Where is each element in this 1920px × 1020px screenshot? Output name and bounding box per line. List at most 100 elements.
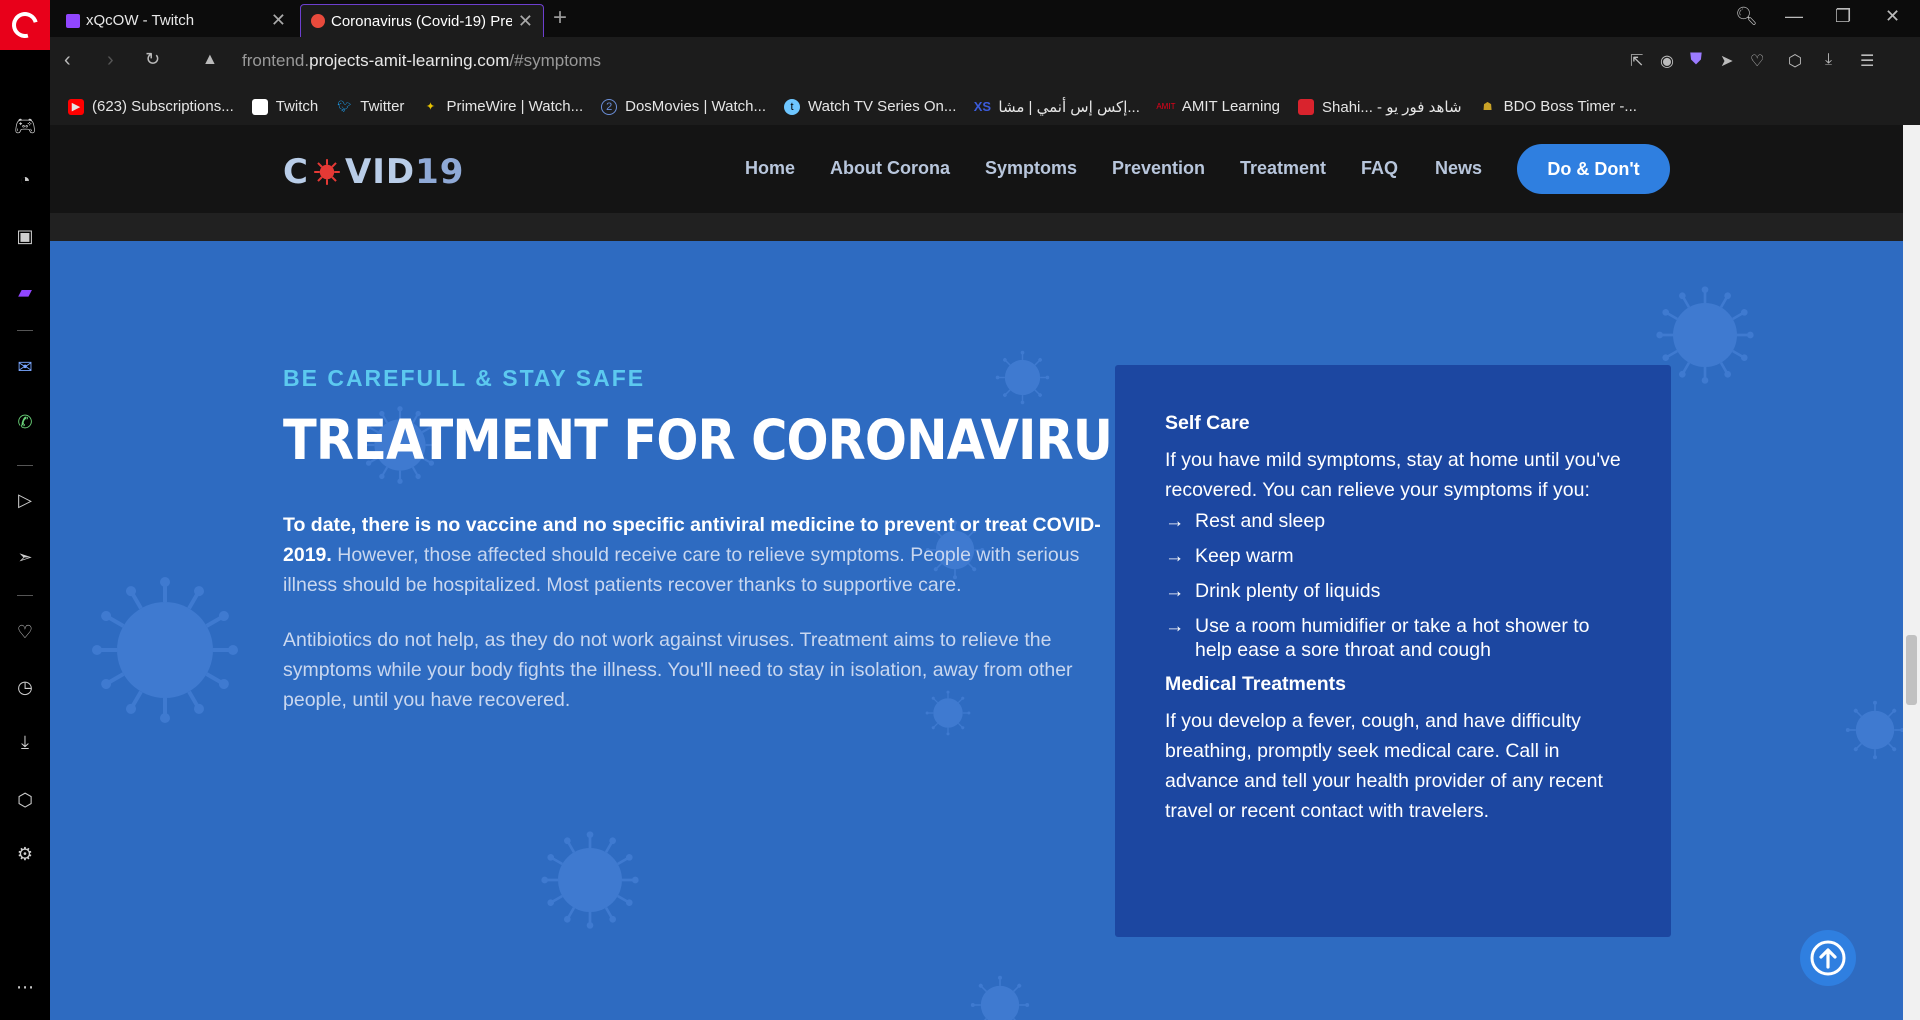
cube-icon[interactable]: ⬡ <box>13 788 37 812</box>
opera-sidebar: 🎮︎ ◔ ▣ ▰ ✉ ✆ ▷ ➣ ♡ ◷ ⤓ ⬡ ⚙ ⋯ <box>0 50 50 1020</box>
twitch-icon[interactable]: ▰ <box>13 280 37 304</box>
nav-faq[interactable]: FAQ <box>1361 158 1398 179</box>
tab-title: xQcOW - Twitch <box>86 12 195 29</box>
sidebar-divider <box>17 465 33 466</box>
list-item-text: Keep warm <box>1195 545 1294 567</box>
bookmark-twitch[interactable]: Twitch <box>251 98 319 115</box>
bookmark-label: Twitter <box>360 98 405 115</box>
list-item-text: Use a room humidifier or take a hot show… <box>1195 615 1590 661</box>
bookmark-youtube[interactable]: ▶ (623) Subscriptions... <box>68 98 234 115</box>
bookmark-amit[interactable]: AMIT AMIT Learning <box>1156 98 1280 115</box>
bdo-icon: ☗ <box>1482 101 1493 113</box>
site-header: C VID 19 Home About Corona Symptoms Preve… <box>50 125 1903 213</box>
page-scrollbar[interactable] <box>1903 125 1920 1020</box>
list-item-text: Rest and sleep <box>1195 510 1326 532</box>
site-logo[interactable]: C VID 19 <box>283 152 464 192</box>
arrow-right-icon: → <box>1165 580 1185 602</box>
bookmark-tvseries[interactable]: t Watch TV Series On... <box>784 98 956 115</box>
tab-coronavirus[interactable]: Coronavirus (Covid-19) Pre ✕ <box>300 4 544 37</box>
close-tab-icon[interactable]: ✕ <box>518 11 533 32</box>
bookmark-label: إكس إس أنمي | مشا... <box>998 98 1140 116</box>
search-tabs-icon[interactable]: 🔍︎ <box>1735 6 1758 27</box>
xs-icon: XS <box>973 99 992 114</box>
download-icon[interactable]: ⤓ <box>13 730 37 754</box>
bookmark-label: BDO Boss Timer -... <box>1503 98 1637 115</box>
arrow-up-circle-icon <box>1810 940 1846 976</box>
bookmark-primewire[interactable]: ✦ PrimeWire | Watch... <box>422 98 583 115</box>
bookmark-label: Twitch <box>275 98 319 115</box>
download-icon[interactable]: ⤓ <box>1825 51 1832 69</box>
url-path: /#symptoms <box>509 51 602 70</box>
easy-setup-icon[interactable]: ☰ <box>1860 51 1874 71</box>
nav-news[interactable]: News <box>1435 158 1482 179</box>
send-icon[interactable]: ➤ <box>1720 51 1733 71</box>
tvseries-icon: t <box>784 98 800 115</box>
extensions-cube-icon[interactable]: ⬡ <box>1788 51 1802 71</box>
bookmark-label: (623) Subscriptions... <box>92 98 234 115</box>
bookmark-bdo[interactable]: ☗ BDO Boss Timer -... <box>1480 98 1637 115</box>
whatsapp-icon[interactable]: ✆ <box>13 410 37 434</box>
bookmark-shahid[interactable]: Shahi... - شاهد فور يو <box>1298 98 1462 116</box>
back-button[interactable]: ‹ <box>64 49 71 72</box>
amit-icon: AMIT <box>1156 102 1176 111</box>
history-icon[interactable]: ◷ <box>13 675 37 699</box>
virus-bg-icon <box>1845 700 1903 760</box>
opera-menu-button[interactable] <box>0 0 50 50</box>
messenger-icon[interactable]: ✉ <box>13 355 37 379</box>
list-item: → Drink plenty of liquids <box>1165 579 1621 603</box>
url-domain: projects-amit-learning.com <box>309 51 510 70</box>
close-window-button[interactable]: ✕ <box>1885 6 1900 27</box>
bookmark-dosmovies[interactable]: 2 DosMovies | Watch... <box>601 98 766 115</box>
antibiotics-paragraph: Antibiotics do not help, as they do not … <box>283 629 1073 711</box>
medical-treatments-text: If you develop a fever, cough, and have … <box>1165 710 1603 822</box>
more-icon[interactable]: ⋯ <box>13 975 37 999</box>
reload-button[interactable]: ↻ <box>145 49 160 70</box>
close-tab-icon[interactable]: ✕ <box>271 10 286 31</box>
arrow-right-icon: → <box>1165 510 1185 532</box>
dosmovies-icon: 2 <box>601 98 618 115</box>
section-kicker: BE CAREFULL & STAY SAFE <box>283 365 646 391</box>
arrow-right-icon: → <box>1165 545 1185 567</box>
arrow-right-icon: → <box>1165 615 1185 637</box>
bookmark-label: AMIT Learning <box>1181 98 1280 115</box>
nav-treatment[interactable]: Treatment <box>1240 158 1326 179</box>
vpn-shield-icon[interactable]: ⛊ <box>1690 51 1702 69</box>
twitter-icon: 🐦︎ <box>337 101 352 113</box>
tab-bar: xQcOW - Twitch ✕ Coronavirus (Covid-19) … <box>0 0 1920 50</box>
opera-logo-icon <box>7 7 43 43</box>
snapshot-icon[interactable]: ◉ <box>1660 51 1674 71</box>
new-tab-button[interactable]: + <box>553 4 567 32</box>
heart-icon[interactable]: ♡ <box>13 620 37 644</box>
bookmark-twitter[interactable]: 🐦︎ Twitter <box>336 98 404 115</box>
virus-bg-icon <box>540 830 640 930</box>
player-icon[interactable]: ▷ <box>13 488 37 512</box>
settings-icon[interactable]: ⚙ <box>13 842 37 866</box>
do-and-dont-button[interactable]: Do & Don't <box>1517 144 1670 194</box>
not-secure-icon[interactable]: ▲ <box>202 51 218 69</box>
minimize-button[interactable]: — <box>1785 6 1803 27</box>
scrollbar-thumb[interactable] <box>1906 635 1917 705</box>
nav-symptoms[interactable]: Symptoms <box>985 158 1077 179</box>
gamepad-icon[interactable]: 🎮︎ <box>13 114 37 138</box>
nav-about-corona[interactable]: About Corona <box>830 158 950 179</box>
bookmark-label: Watch TV Series On... <box>808 98 957 115</box>
extensions-icon[interactable]: ▣ <box>13 224 37 248</box>
bookmark-xs-anime[interactable]: XS إكس إس أنمي | مشا... <box>974 98 1140 116</box>
logo-letter: C <box>283 152 309 192</box>
tab-title: Coronavirus (Covid-19) Pre <box>331 12 512 30</box>
url-field[interactable]: frontend.projects-amit-learning.com/#sym… <box>242 51 601 71</box>
restore-button[interactable]: ❐ <box>1835 6 1851 27</box>
bookmark-heart-icon[interactable]: ♡ <box>1750 51 1764 71</box>
scroll-to-top-button[interactable] <box>1800 930 1856 986</box>
shahid-icon <box>1298 98 1314 115</box>
send-icon[interactable]: ➣ <box>13 545 37 569</box>
forward-button[interactable]: › <box>107 49 114 72</box>
speed-dial-icon[interactable]: ◔ <box>13 168 37 192</box>
sidebar-divider <box>17 330 33 331</box>
nav-prevention[interactable]: Prevention <box>1112 158 1205 179</box>
tab-twitch[interactable]: xQcOW - Twitch ✕ <box>56 4 296 37</box>
self-care-list: → Rest and sleep → Keep warm → Drink plenty… <box>1165 509 1621 662</box>
share-icon[interactable]: ⇱ <box>1630 51 1643 71</box>
nav-home[interactable]: Home <box>745 158 795 179</box>
self-care-text: If you have mild symptoms, stay at home … <box>1165 449 1621 501</box>
